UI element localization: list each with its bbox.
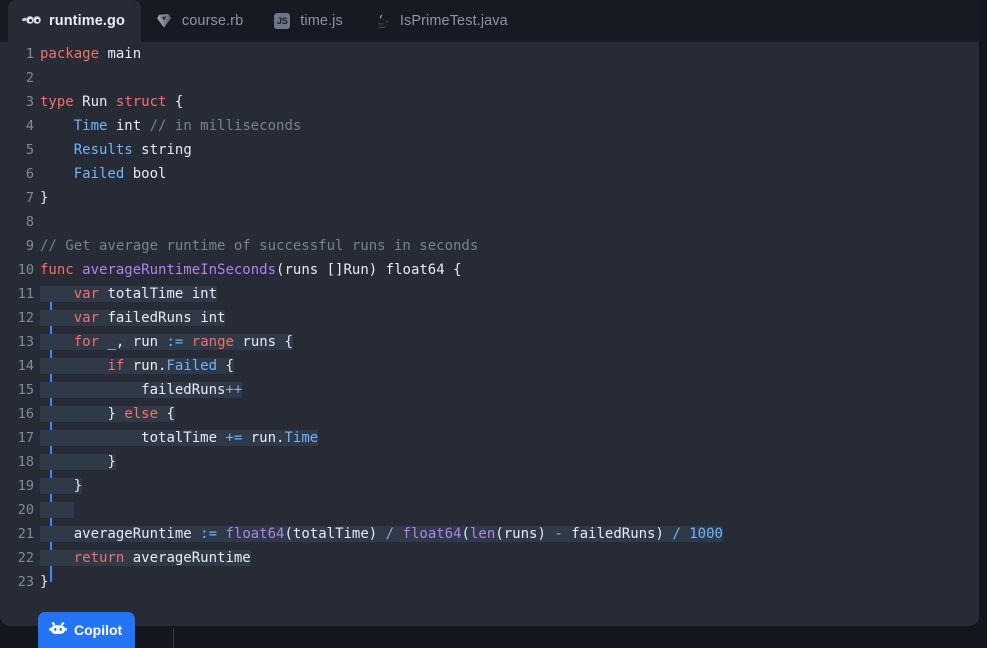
java-cup-icon: [373, 12, 391, 30]
go-gopher-icon: [21, 12, 41, 30]
line-number: 2: [25, 70, 34, 86]
code-line[interactable]: 20: [0, 498, 979, 522]
line-content: }: [34, 474, 979, 498]
line-content: }: [34, 450, 979, 474]
line-number: 3: [25, 94, 34, 110]
line-content: package main: [40, 46, 142, 62]
line-content: Failed bool: [73, 166, 167, 182]
code-line[interactable]: 14 if run.Failed {: [0, 354, 979, 378]
line-content: }: [40, 190, 49, 206]
line-number: 6: [25, 166, 34, 182]
line-content: func averageRuntimeInSeconds(runs []Run)…: [40, 262, 462, 278]
line-number: 10: [17, 262, 34, 278]
code-line[interactable]: 4 Time int // in milliseconds: [0, 114, 979, 138]
line-content: Results string: [73, 142, 192, 158]
line-number: 23: [17, 574, 34, 590]
code-line[interactable]: 13 for _, run := range runs {: [0, 330, 979, 354]
line-content: for _, run := range runs {: [34, 330, 979, 354]
code-line[interactable]: 9 // Get average runtime of successful r…: [0, 234, 979, 258]
line-number: 17: [17, 430, 34, 446]
editor-tab-bar: runtime.go course.rb JS time.js IsPrimeT…: [0, 0, 979, 42]
ruby-gem-icon: [155, 12, 173, 30]
tab-course-rb[interactable]: course.rb: [141, 0, 259, 42]
line-number: 16: [17, 406, 34, 422]
code-line[interactable]: 22 return averageRuntime: [0, 546, 979, 570]
editor-right-gutter: [979, 0, 987, 626]
line-number: 21: [17, 526, 34, 542]
line-number: 20: [17, 502, 34, 518]
line-content: }: [40, 574, 49, 590]
line-content: [34, 66, 979, 90]
code-line[interactable]: 7 }: [0, 186, 979, 210]
line-content: totalTime += run.Time: [34, 426, 979, 450]
code-line[interactable]: 2: [0, 66, 979, 90]
code-line[interactable]: 17 totalTime += run.Time: [0, 426, 979, 450]
line-number: 1: [25, 46, 34, 62]
code-line[interactable]: 5 Results string: [0, 138, 979, 162]
line-number: 18: [17, 454, 34, 470]
line-number: 8: [25, 214, 34, 230]
line-content: if run.Failed {: [34, 354, 979, 378]
tab-label: runtime.go: [49, 13, 125, 29]
tab-label: IsPrimeTest.java: [399, 13, 508, 29]
line-number: 13: [17, 334, 34, 350]
code-line[interactable]: 1 package main: [0, 42, 979, 66]
javascript-icon: JS: [273, 12, 291, 30]
bottom-panel-divider: [173, 628, 174, 648]
line-content: return averageRuntime: [34, 546, 979, 570]
copilot-label: Copilot: [74, 622, 123, 638]
line-content: // Get average runtime of successful run…: [40, 238, 479, 254]
code-line[interactable]: 19 }: [0, 474, 979, 498]
line-content: failedRuns++: [34, 378, 979, 402]
line-content: type Run struct {: [40, 94, 184, 110]
code-line[interactable]: 16 } else {: [0, 402, 979, 426]
tab-isprimetest-java[interactable]: IsPrimeTest.java: [359, 0, 524, 42]
copilot-icon: [49, 621, 67, 639]
line-content: } else {: [34, 402, 979, 426]
line-number: 19: [17, 478, 34, 494]
line-number: 12: [17, 310, 34, 326]
tab-label: time.js: [300, 13, 343, 29]
copilot-button[interactable]: Copilot: [38, 612, 136, 648]
tab-runtime-go[interactable]: runtime.go: [8, 0, 141, 42]
editor-panel: runtime.go course.rb JS time.js IsPrimeT…: [0, 0, 979, 626]
app-root: runtime.go course.rb JS time.js IsPrimeT…: [0, 0, 987, 648]
code-line[interactable]: 23 }: [0, 570, 979, 594]
line-number: 7: [25, 190, 34, 206]
code-line[interactable]: 6 Failed bool: [0, 162, 979, 186]
code-line[interactable]: 8: [0, 210, 979, 234]
code-line[interactable]: 3 type Run struct {: [0, 90, 979, 114]
line-number: 11: [17, 286, 34, 302]
code-editor-content[interactable]: 1 package main 2 3 type Run struct { 4 T…: [0, 42, 979, 626]
code-line[interactable]: 21 averageRuntime := float64(totalTime) …: [0, 522, 979, 546]
line-content: averageRuntime := float64(totalTime) / f…: [34, 522, 979, 546]
line-number: 14: [17, 358, 34, 374]
line-content: var totalTime int: [34, 282, 979, 306]
line-content: var failedRuns int: [34, 306, 979, 330]
code-line[interactable]: 18 }: [0, 450, 979, 474]
code-line[interactable]: 12 var failedRuns int: [0, 306, 979, 330]
line-content: [34, 210, 979, 234]
tab-label: course.rb: [181, 13, 244, 29]
line-number: 22: [17, 550, 34, 566]
line-number: 4: [25, 118, 34, 134]
code-line[interactable]: 15 failedRuns++: [0, 378, 979, 402]
line-number: 9: [25, 238, 34, 254]
tab-time-js[interactable]: JS time.js: [259, 0, 359, 42]
line-content: Time int // in milliseconds: [73, 118, 302, 134]
line-number: 5: [25, 142, 34, 158]
code-line[interactable]: 11 var totalTime int: [0, 282, 979, 306]
line-number: 15: [17, 382, 34, 398]
code-line[interactable]: 10 func averageRuntimeInSeconds(runs []R…: [0, 258, 979, 282]
line-content: [34, 498, 979, 522]
bottom-strip: [0, 626, 987, 648]
